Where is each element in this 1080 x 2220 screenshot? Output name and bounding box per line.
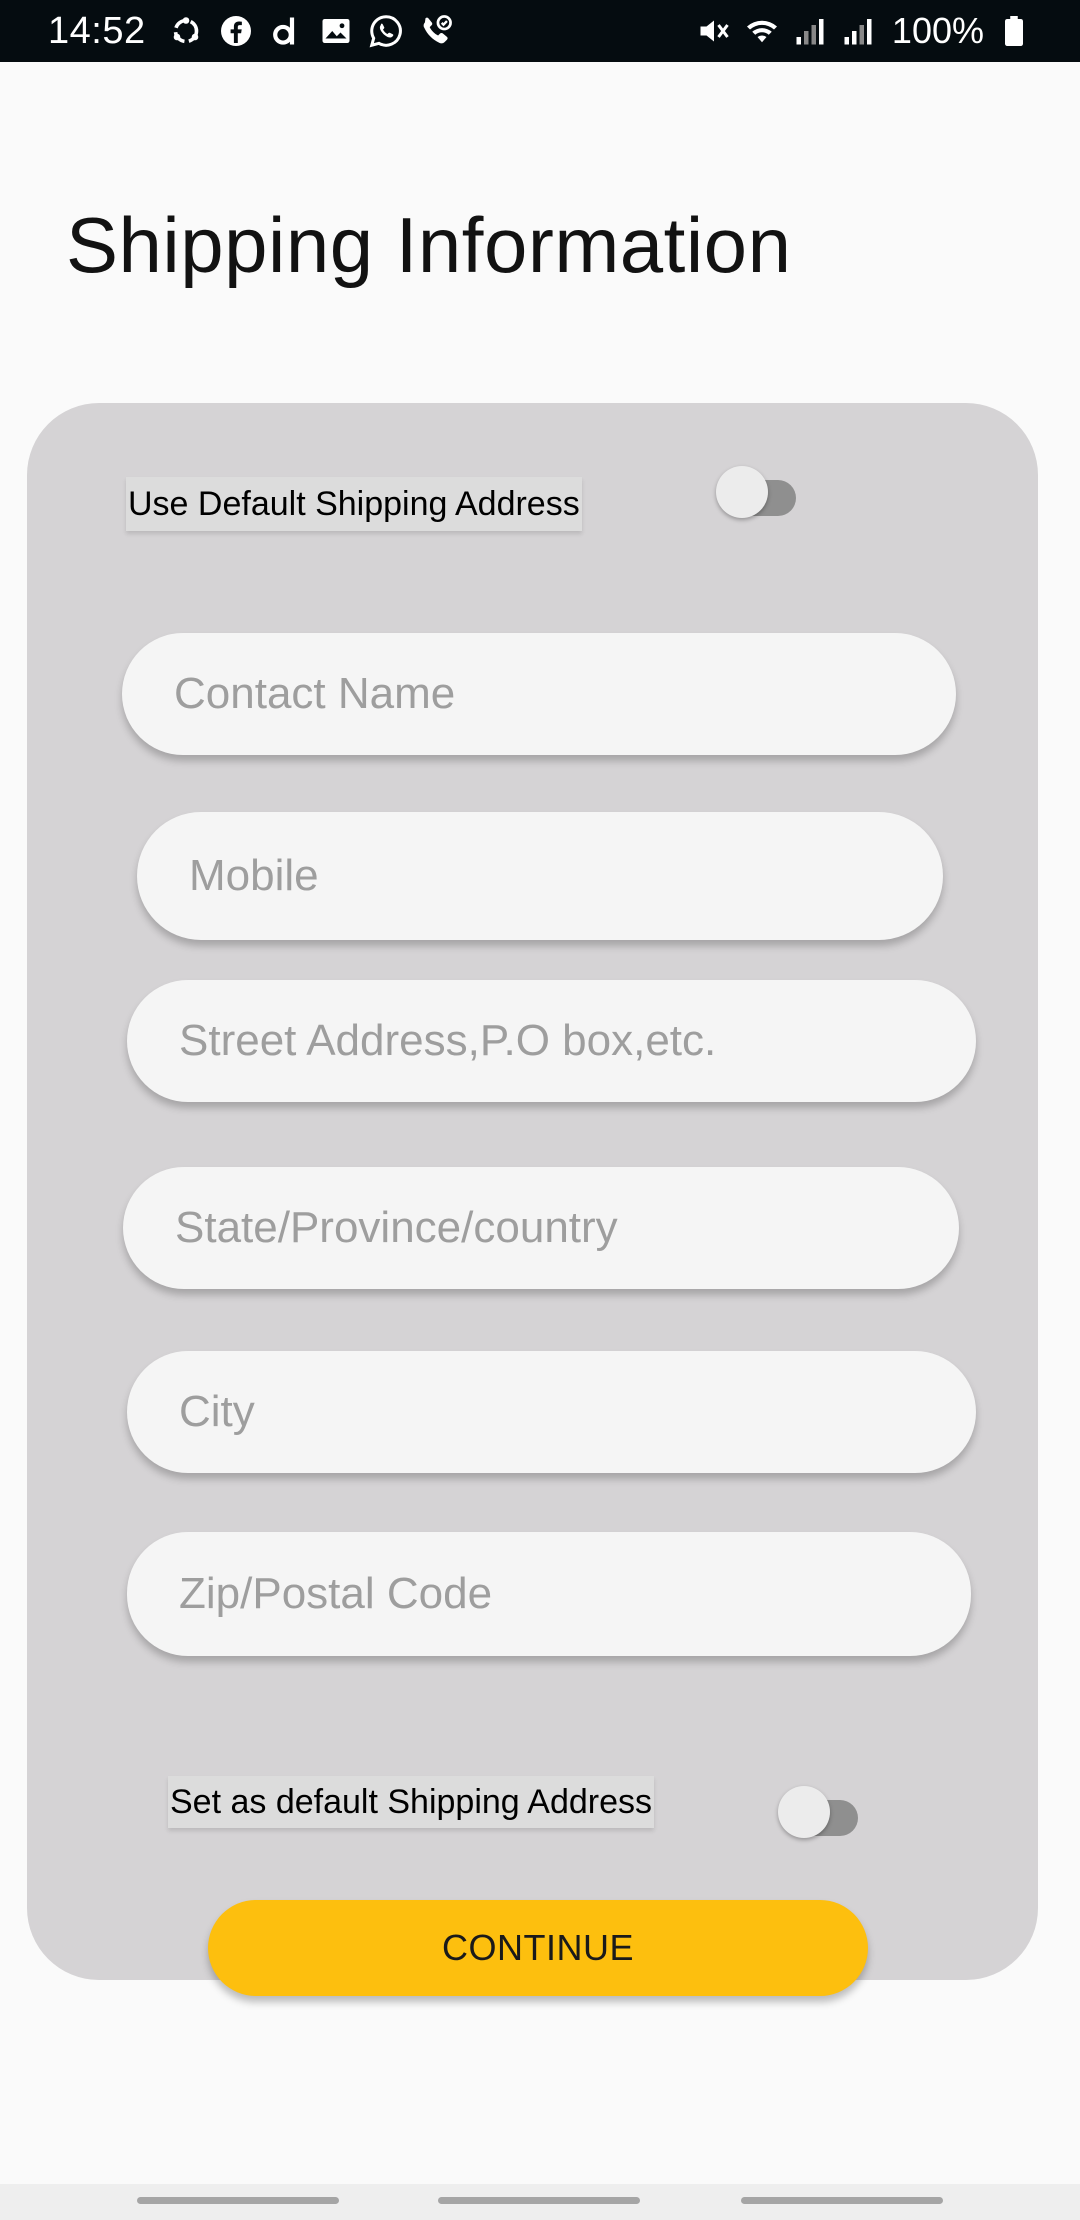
nav-back-button[interactable] bbox=[741, 2197, 943, 2204]
nav-recents-button[interactable] bbox=[137, 2197, 339, 2204]
nav-home-button[interactable] bbox=[438, 2197, 640, 2204]
gallery-icon bbox=[318, 13, 354, 49]
battery-percent: 100% bbox=[891, 10, 984, 51]
state-province-field[interactable] bbox=[123, 1167, 959, 1289]
mute-icon bbox=[696, 13, 732, 49]
facebook-icon bbox=[218, 13, 254, 49]
switch-thumb bbox=[716, 466, 768, 518]
page-title: Shipping Information bbox=[66, 201, 792, 289]
use-default-address-label: Use Default Shipping Address bbox=[126, 477, 582, 531]
status-icons-right: 100% bbox=[696, 10, 1032, 52]
sync-icon bbox=[168, 13, 204, 49]
whatsapp-icon bbox=[368, 13, 404, 49]
d-app-icon bbox=[268, 13, 304, 49]
navigation-bar bbox=[0, 2184, 1080, 2220]
signal-icon bbox=[792, 13, 828, 49]
set-default-address-label: Set as default Shipping Address bbox=[168, 1776, 654, 1828]
zip-postal-code-field[interactable] bbox=[127, 1532, 971, 1656]
battery-icon bbox=[996, 13, 1032, 49]
use-default-address-switch[interactable] bbox=[716, 466, 802, 518]
status-bar: 14:52 100% bbox=[0, 0, 1080, 62]
contact-name-field[interactable] bbox=[122, 633, 956, 755]
call-icon bbox=[418, 13, 454, 49]
set-default-address-switch[interactable] bbox=[778, 1786, 864, 1838]
wifi-icon bbox=[744, 13, 780, 49]
switch-thumb bbox=[778, 1786, 830, 1838]
continue-button[interactable]: CONTINUE bbox=[208, 1900, 868, 1996]
status-time: 14:52 bbox=[48, 9, 146, 52]
city-field[interactable] bbox=[127, 1351, 976, 1473]
signal-icon-2 bbox=[840, 13, 876, 49]
street-address-field[interactable] bbox=[127, 980, 976, 1102]
mobile-field[interactable] bbox=[137, 812, 943, 940]
status-icons-left bbox=[168, 13, 454, 49]
